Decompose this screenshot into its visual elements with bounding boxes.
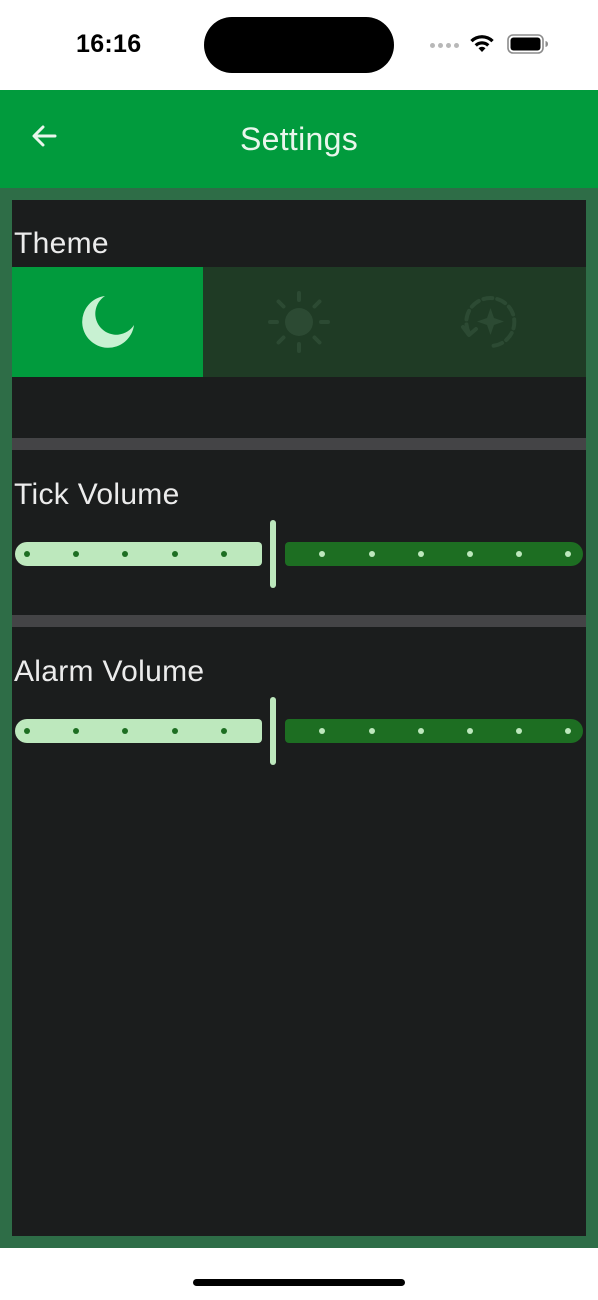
battery-icon <box>507 34 548 54</box>
slider-tick <box>516 728 522 734</box>
slider-tick <box>73 551 79 557</box>
slider-tick <box>516 551 522 557</box>
slider-tick <box>467 728 473 734</box>
theme-option-auto[interactable] <box>394 267 585 377</box>
settings-frame: Theme Tick Volume Alarm Volume <box>0 188 598 1248</box>
theme-option-light[interactable] <box>203 267 394 377</box>
slider-tick <box>122 728 128 734</box>
slider-tick <box>369 728 375 734</box>
theme-option-dark[interactable] <box>12 267 203 377</box>
alarm-volume-label: Alarm Volume <box>14 655 205 688</box>
slider-tick <box>221 551 227 557</box>
slider-tick <box>221 728 227 734</box>
slider-tick <box>24 551 30 557</box>
page-title: Settings <box>239 121 359 157</box>
auto-theme-icon <box>460 296 516 349</box>
slider-tick <box>369 551 375 557</box>
slider-inactive-track <box>285 542 583 566</box>
slider-tick <box>565 551 571 557</box>
slider-inactive-track <box>285 719 583 743</box>
slider-handle[interactable] <box>270 520 276 588</box>
home-indicator[interactable] <box>193 1279 405 1286</box>
slider-tick <box>565 728 571 734</box>
wifi-icon <box>470 35 494 52</box>
slider-tick <box>418 728 424 734</box>
slider-handle[interactable] <box>270 697 276 765</box>
tick-volume-label: Tick Volume <box>14 478 180 511</box>
slider-tick <box>73 728 79 734</box>
slider-tick <box>172 728 178 734</box>
settings-panel: Theme Tick Volume Alarm Volume <box>12 200 586 1236</box>
dynamic-island <box>204 17 394 73</box>
status-bar: 16:16 <box>0 0 598 90</box>
cellular-signal-icon <box>430 43 459 48</box>
slider-tick <box>467 551 473 557</box>
app-bar: Settings <box>0 90 598 188</box>
sun-icon <box>267 291 330 353</box>
slider-tick <box>418 551 424 557</box>
slider-tick <box>319 728 325 734</box>
section-divider <box>12 438 586 450</box>
slider-tick <box>172 551 178 557</box>
moon-icon <box>81 296 134 348</box>
slider-tick <box>24 728 30 734</box>
theme-label: Theme <box>14 227 109 260</box>
alarm-volume-slider[interactable] <box>12 697 586 767</box>
theme-selector <box>12 267 586 377</box>
status-time: 16:16 <box>76 30 142 58</box>
slider-tick <box>122 551 128 557</box>
section-divider <box>12 615 586 627</box>
slider-tick <box>319 551 325 557</box>
tick-volume-slider[interactable] <box>12 520 586 590</box>
